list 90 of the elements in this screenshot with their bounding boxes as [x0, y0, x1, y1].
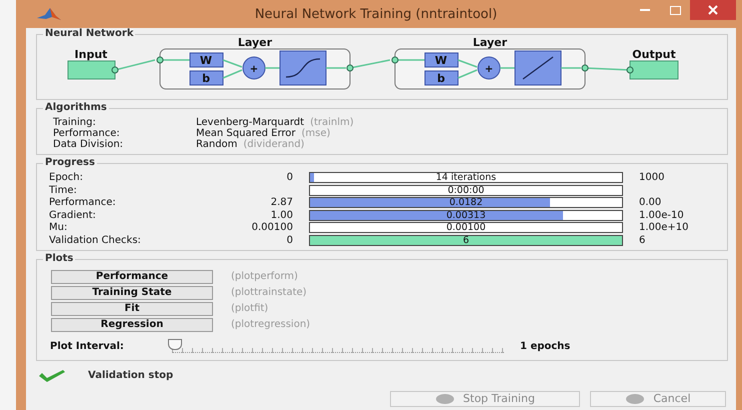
maximize-icon: [670, 6, 680, 14]
end-value: 1000: [639, 172, 666, 183]
layer-label: Layer: [238, 37, 272, 49]
progress-reading: 0:00:00: [446, 186, 486, 194]
weight-label: W: [434, 54, 448, 67]
weight-label: W: [200, 54, 212, 67]
progress-reading: 0.00100: [445, 223, 487, 232]
status-message: Validation stop: [88, 370, 174, 381]
function-name: (trainlm): [310, 117, 354, 128]
field-label: Performance:: [49, 197, 117, 208]
progress-reading: 0.00313: [445, 210, 487, 220]
connector-line: [458, 59, 478, 68]
node-dot: [346, 64, 354, 72]
slider-reading: 1 epochs: [520, 341, 570, 352]
sigmoid-curve-icon: [280, 50, 326, 86]
field-label: Performance:: [53, 128, 121, 139]
node-dot: [112, 66, 118, 74]
connector-line: [326, 67, 346, 69]
weight-block: [424, 52, 458, 68]
plot-interval-slider[interactable]: [168, 338, 504, 354]
input-block: [68, 60, 116, 80]
check-icon: [38, 368, 66, 382]
end-value: 1.00e-10: [639, 210, 685, 220]
progress-reading: 14 iterations: [434, 173, 498, 182]
node-dot: [626, 66, 634, 74]
bias-label: b: [437, 72, 445, 85]
function-name: (plotfit): [231, 303, 270, 314]
start-value: 0: [286, 172, 293, 183]
peak-logo-icon: [36, 7, 62, 21]
progress-reading: 6: [462, 236, 470, 244]
sum-circle: [242, 56, 266, 80]
end-value: 1.00e+10: [639, 222, 690, 233]
node-dot: [156, 56, 164, 64]
function-name: (plotregression): [231, 319, 312, 330]
panel-title: Progress: [43, 157, 97, 168]
field-label: Mu:: [49, 222, 68, 233]
slider-thumb[interactable]: [168, 338, 182, 350]
connector-line: [561, 67, 581, 69]
output-label: Output: [632, 48, 676, 61]
end-value: 6: [639, 234, 646, 246]
panel-title: Algorithms: [43, 102, 109, 113]
field-label: Gradient:: [49, 210, 97, 220]
function-name: (mse): [302, 128, 330, 139]
progress-reading: 0.0182: [448, 198, 484, 207]
weight-block: [190, 52, 224, 68]
connector-line: [222, 69, 242, 79]
field-value: Levenberg-Marquardt: [196, 117, 304, 128]
close-icon: [708, 5, 718, 15]
sum-circle: [478, 56, 500, 80]
sum-sign: +: [250, 64, 258, 75]
sum-sign: +: [484, 64, 494, 75]
start-value: 2.87: [270, 197, 293, 208]
input-label: Input: [74, 48, 108, 61]
layer-label: Layer: [472, 37, 508, 49]
bias-label: b: [202, 72, 210, 85]
connector-line: [397, 59, 425, 61]
connector-line: [162, 59, 190, 61]
field-label: Validation Checks:: [49, 234, 142, 246]
start-value: 0.00100: [250, 222, 293, 233]
close-button[interactable]: [690, 0, 736, 20]
panel-title: Plots: [43, 252, 76, 264]
node-dot: [392, 56, 398, 64]
plot-button[interactable]: Fit: [51, 302, 213, 316]
plot-button[interactable]: Training State: [51, 286, 213, 300]
field-value: Mean Squared Error: [196, 128, 296, 139]
field-label: Training:: [53, 117, 96, 128]
connector-line: [500, 67, 515, 69]
field-value: Random: [196, 139, 238, 150]
field-label: Epoch:: [49, 172, 84, 183]
start-value: 0: [286, 234, 293, 246]
connector-line: [265, 67, 280, 69]
output-block: [630, 60, 678, 80]
connector-line: [222, 59, 242, 68]
panel-title: Neural Network: [43, 28, 136, 39]
plot-button[interactable]: Regression: [51, 318, 213, 332]
plot-button[interactable]: Performance: [51, 270, 213, 284]
bias-block: [424, 70, 458, 86]
window-title: Neural Network Training (nntraintool): [254, 6, 498, 22]
field-label: Time:: [49, 184, 78, 196]
connector-line: [458, 69, 478, 79]
minimize-icon: [640, 9, 650, 11]
slider-label: Plot Interval:: [50, 341, 125, 352]
start-value: 1.00: [270, 210, 293, 220]
function-name: (plotperform): [231, 271, 299, 282]
field-label: Data Division:: [53, 139, 124, 150]
function-name: (dividerand): [243, 139, 304, 150]
end-value: 0.00: [639, 197, 662, 208]
bias-block: [190, 70, 224, 86]
function-name: (plottrainstate): [231, 287, 308, 298]
node-dot: [582, 64, 588, 72]
